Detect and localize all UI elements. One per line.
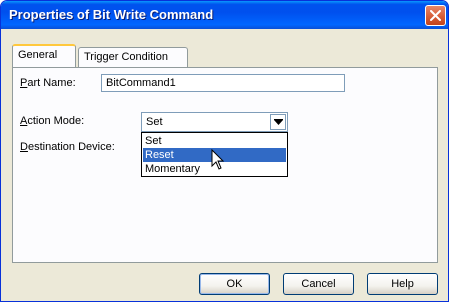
window-title: Properties of Bit Write Command [9,7,214,22]
ok-button[interactable]: OK [199,273,270,295]
tab-trigger-condition[interactable]: Trigger Condition [78,47,188,68]
destination-device-label: Destination Device: [20,141,115,153]
help-button[interactable]: Help [367,273,438,295]
action-mode-value: Set [146,116,163,128]
properties-dialog: Properties of Bit Write Command General … [0,0,449,302]
cancel-button[interactable]: Cancel [283,273,354,295]
action-mode-select[interactable]: Set [141,112,288,132]
part-name-label: Part Name: [20,77,76,89]
dropdown-arrow-button[interactable] [270,114,286,130]
mouse-pointer-icon [211,148,225,174]
action-mode-label: Action Mode: [20,115,85,127]
title-bar[interactable]: Properties of Bit Write Command [1,1,448,29]
dropdown-option-set[interactable]: Set [143,134,286,148]
tab-general[interactable]: General [12,44,76,67]
close-icon [430,10,441,21]
close-button[interactable] [425,5,446,26]
part-name-input[interactable] [101,74,345,92]
chevron-down-icon [273,118,283,125]
